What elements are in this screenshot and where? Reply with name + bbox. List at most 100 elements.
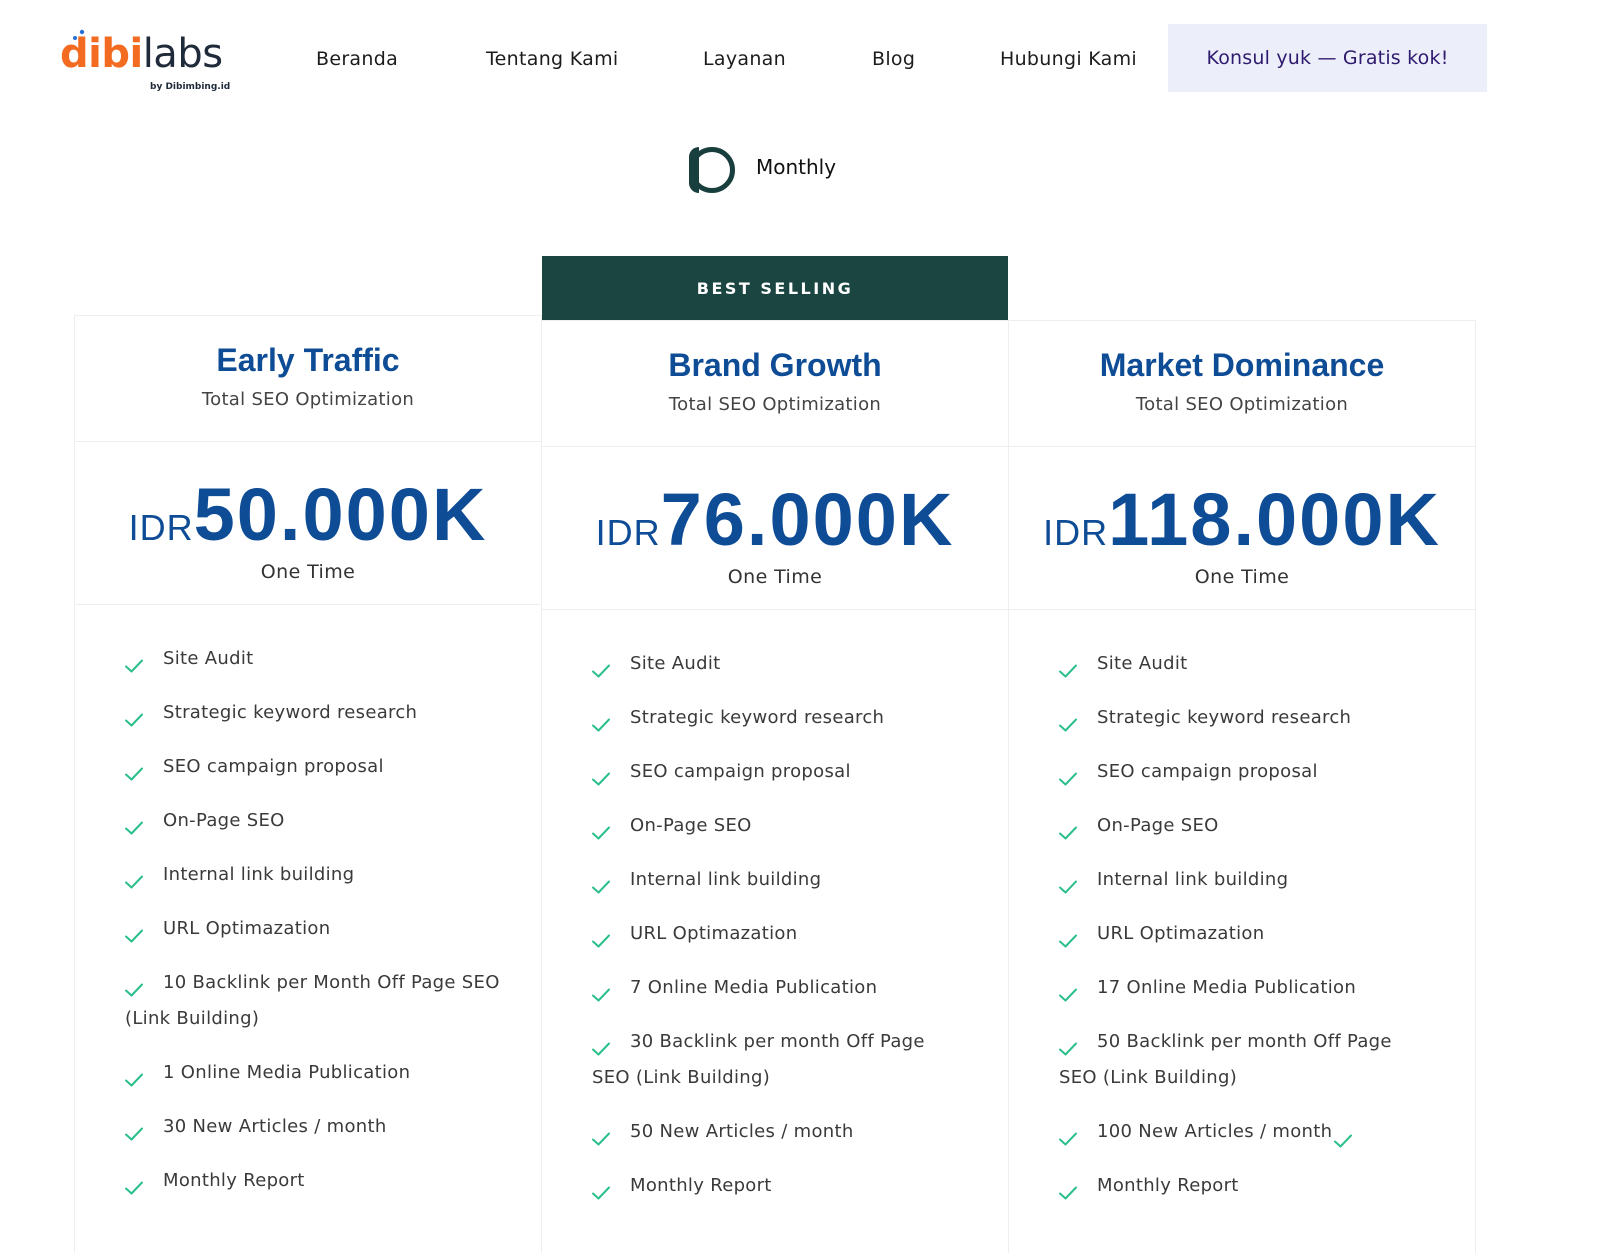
feature-item: 30 Backlink per month Off Page SEO (Link… [592, 1024, 968, 1096]
check-icon [125, 812, 143, 835]
feature-text: SEO campaign proposal [1097, 761, 1318, 782]
check-icon [1334, 1125, 1353, 1148]
plan-price: IDR76.000K [542, 477, 1008, 562]
price-value: 118.000K [1108, 478, 1441, 561]
feature-item: Internal link building [592, 862, 968, 898]
feature-text: Internal link building [630, 869, 822, 890]
plan-card-early-traffic: Early Traffic Total SEO Optimization IDR… [74, 315, 542, 1253]
feature-item: Strategic keyword research [125, 695, 501, 731]
plan-card-brand-growth: Brand Growth Total SEO Optimization IDR7… [541, 320, 1009, 1253]
feature-item: SEO campaign proposal [125, 749, 501, 785]
feature-item: Strategic keyword research [1059, 700, 1435, 736]
plan-header: Market Dominance Total SEO Optimization [1009, 321, 1475, 447]
check-icon [125, 758, 143, 781]
feature-list: Site Audit Strategic keyword research SEO … [75, 605, 541, 1199]
feature-text: On-Page SEO [1097, 815, 1219, 836]
check-icon [125, 920, 143, 943]
nav-item-tentang-kami[interactable]: Tentang Kami [486, 48, 619, 70]
feature-text: Strategic keyword research [630, 707, 885, 728]
check-icon [592, 925, 610, 948]
plan-price-block: IDR118.000K One Time [1009, 447, 1475, 610]
feature-text: Strategic keyword research [163, 702, 418, 723]
plan-price: IDR118.000K [1009, 477, 1475, 562]
plan-title: Brand Growth [668, 347, 882, 383]
price-term: One Time [727, 566, 823, 588]
plan-header: Brand Growth Total SEO Optimization [542, 321, 1008, 447]
check-icon [592, 1177, 610, 1200]
feature-list: Site Audit Strategic keyword research SEO … [542, 610, 1008, 1204]
plan-subtitle: Total SEO Optimization [201, 389, 415, 410]
feature-text: 30 Backlink per month Off Page SEO (Link… [592, 1031, 925, 1088]
site-header: dibilabs by Dibimbing.id Beranda Tentang… [0, 0, 1600, 120]
feature-text: Site Audit [1097, 653, 1188, 674]
toggle-knob [689, 147, 699, 193]
nav-item-blog[interactable]: Blog [872, 48, 915, 70]
feature-text: 30 New Articles / month [163, 1116, 387, 1137]
feature-text: Monthly Report [1097, 1175, 1239, 1196]
plan-subtitle: Total SEO Optimization [1135, 394, 1349, 415]
consult-cta-button[interactable]: Konsul yuk — Gratis kok! [1168, 24, 1487, 92]
price-currency: IDR [595, 512, 661, 553]
feature-item: Internal link building [125, 857, 501, 893]
nav-item-beranda[interactable]: Beranda [316, 48, 398, 70]
feature-item: SEO campaign proposal [592, 754, 968, 790]
feature-item: 50 New Articles / month [592, 1114, 968, 1150]
nav-item-hubungi-kami[interactable]: Hubungi Kami [1000, 48, 1137, 70]
check-icon [1059, 1033, 1077, 1056]
billing-toggle-label: Monthly [756, 155, 837, 179]
feature-item: On-Page SEO [592, 808, 968, 844]
check-icon [592, 1123, 610, 1146]
check-icon [125, 866, 143, 889]
logo-wordmark: dibilabs [60, 22, 223, 86]
check-icon [125, 1172, 143, 1195]
feature-item: URL Optimazation [592, 916, 968, 952]
check-icon [592, 979, 610, 1002]
logo-wordmark-orange: dibi [60, 31, 143, 77]
check-icon [592, 817, 610, 840]
price-value: 76.000K [660, 478, 955, 561]
check-icon [125, 650, 143, 673]
feature-item: Site Audit [592, 646, 968, 682]
feature-text: 100 New Articles / month [1097, 1121, 1333, 1142]
feature-item: Strategic keyword research [592, 700, 968, 736]
feature-item: Site Audit [125, 641, 501, 677]
plan-price-block: IDR50.000K One Time [75, 442, 541, 605]
feature-text: URL Optimazation [163, 918, 331, 939]
feature-text: Internal link building [163, 864, 355, 885]
check-icon [1059, 1123, 1077, 1146]
feature-item: 10 Backlink per Month Off Page SEO (Link… [125, 965, 501, 1037]
feature-text: SEO campaign proposal [163, 756, 384, 777]
best-selling-badge: BEST SELLING [542, 256, 1008, 320]
plan-title: Market Dominance [1099, 347, 1385, 383]
feature-text: 7 Online Media Publication [630, 977, 878, 998]
feature-text: Site Audit [630, 653, 721, 674]
price-value: 50.000K [193, 473, 488, 556]
plan-price-block: IDR76.000K One Time [542, 447, 1008, 610]
feature-text: On-Page SEO [163, 810, 285, 831]
check-icon [125, 704, 143, 727]
feature-item: 100 New Articles / month [1059, 1114, 1435, 1150]
nav-item-layanan[interactable]: Layanan [703, 48, 786, 70]
feature-item: Internal link building [1059, 862, 1435, 898]
price-term: One Time [1194, 566, 1290, 588]
check-icon [1059, 1177, 1077, 1200]
feature-text: Monthly Report [163, 1170, 305, 1191]
logo-wordmark-dark: labs [142, 31, 223, 77]
feature-item: Site Audit [1059, 646, 1435, 682]
check-icon [592, 655, 610, 678]
feature-item: Monthly Report [1059, 1168, 1435, 1204]
feature-item: URL Optimazation [125, 911, 501, 947]
feature-text: 50 New Articles / month [630, 1121, 854, 1142]
check-icon [592, 763, 610, 786]
feature-item: 17 Online Media Publication [1059, 970, 1435, 1006]
check-icon [125, 1064, 143, 1087]
feature-item: On-Page SEO [125, 803, 501, 839]
billing-toggle[interactable] [689, 147, 735, 193]
dibilabs-logo[interactable]: dibilabs by Dibimbing.id [60, 22, 230, 94]
plan-price: IDR50.000K [75, 472, 541, 557]
feature-text: 1 Online Media Publication [163, 1062, 411, 1083]
check-icon [1059, 979, 1077, 1002]
feature-item: Monthly Report [125, 1163, 501, 1199]
feature-item: Monthly Report [592, 1168, 968, 1204]
feature-item: 7 Online Media Publication [592, 970, 968, 1006]
